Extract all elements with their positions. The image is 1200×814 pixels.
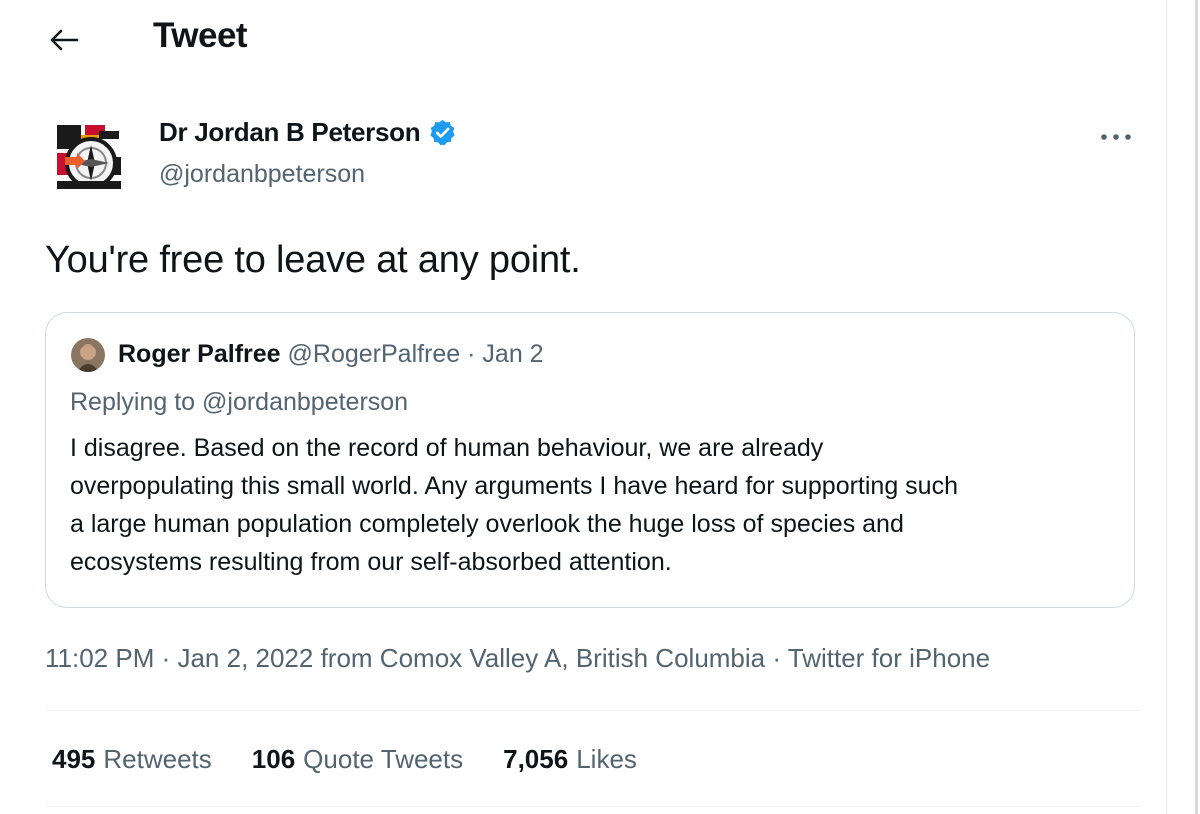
author-name[interactable]: Dr Jordan B Peterson bbox=[159, 117, 421, 148]
quoted-tweet-line: I disagree. Based on the record of human… bbox=[70, 434, 824, 462]
likes-count: 7,056 bbox=[503, 744, 569, 774]
back-button[interactable] bbox=[44, 20, 84, 60]
quoted-author-meta: @RogerPalfree · Jan 2 bbox=[287, 340, 544, 368]
quoted-tweet-line: ecosystems resulting from our self-absor… bbox=[70, 548, 672, 576]
replying-to-text: Replying to @jordanbpeterson bbox=[70, 388, 409, 416]
more-options-button[interactable] bbox=[1096, 122, 1136, 152]
divider bbox=[45, 806, 1140, 807]
quoted-author-name[interactable]: Roger Palfree bbox=[118, 340, 281, 368]
verified-badge-icon bbox=[428, 118, 457, 147]
tweet-timestamp: 11:02 PM · Jan 2, 2022 from Comox Valley… bbox=[45, 643, 991, 673]
author-name-row[interactable]: Dr Jordan B Peterson bbox=[159, 117, 457, 148]
column-border bbox=[1166, 0, 1167, 814]
divider bbox=[45, 710, 1140, 711]
quoted-tweet-line: overpopulating this small world. Any arg… bbox=[70, 472, 958, 500]
quoted-tweet-header: Roger Palfree @RogerPalfree · Jan 2 bbox=[118, 340, 544, 369]
retweets-label: Retweets bbox=[103, 744, 212, 774]
author-avatar[interactable] bbox=[55, 123, 123, 191]
quoted-tweet-card[interactable]: Roger Palfree @RogerPalfree · Jan 2 Repl… bbox=[45, 312, 1135, 608]
header: Tweet bbox=[0, 0, 1166, 80]
page-title: Tweet bbox=[153, 16, 248, 55]
likes-label: Likes bbox=[576, 744, 637, 774]
quoted-tweet-body: I disagree. Based on the record of human… bbox=[70, 429, 1120, 581]
window-edge bbox=[1195, 0, 1198, 814]
more-dots-icon bbox=[1101, 134, 1131, 140]
retweets-count: 495 bbox=[52, 744, 96, 774]
quoted-tweet-line: a large human population completely over… bbox=[70, 510, 904, 538]
likes-stat[interactable]: 7,056 Likes bbox=[503, 744, 637, 775]
retweets-stat[interactable]: 495 Retweets bbox=[52, 744, 212, 775]
arrow-left-icon bbox=[50, 29, 79, 51]
quote-tweets-count: 106 bbox=[251, 744, 296, 774]
author-handle[interactable]: @jordanbpeterson bbox=[159, 160, 365, 189]
quote-tweets-stat[interactable]: 106 Quote Tweets bbox=[252, 744, 463, 775]
quoted-author-avatar[interactable] bbox=[71, 338, 105, 372]
author-logo bbox=[55, 123, 123, 191]
tweet-stats: 495 Retweets 106 Quote Tweets 7,056 Likes bbox=[52, 744, 637, 775]
quote-tweets-label: Quote Tweets bbox=[303, 744, 464, 774]
tweet-text: You're free to leave at any point. bbox=[45, 239, 581, 281]
